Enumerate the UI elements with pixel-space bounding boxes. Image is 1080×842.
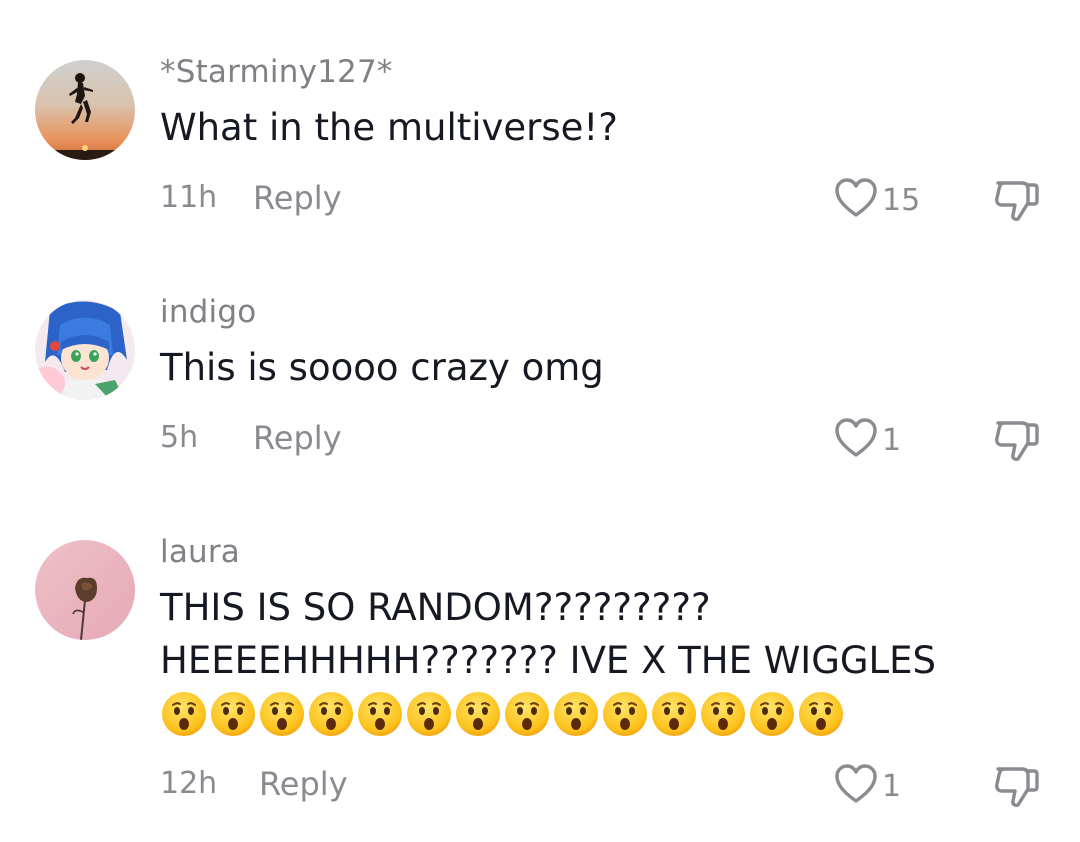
hushed-face-emoji [309,692,353,736]
comment-timestamp: 5h [160,420,199,455]
hushed-face-emoji [162,692,206,736]
comment-timestamp: 12h [160,766,218,801]
comment-text-line: HEEEEHHHHH??????? IVE X THE WIGGLES [160,639,937,682]
reply-button[interactable]: Reply [259,765,348,803]
thumbs-down-icon [992,421,1042,467]
hushed-face-emoji [554,692,598,736]
comment-text-line: THIS IS SO RANDOM????????? [160,586,711,629]
emoji-row [160,690,845,738]
hushed-face-emoji [750,692,794,736]
heart-icon [834,417,878,463]
dislike-button[interactable] [992,177,1042,227]
hushed-face-emoji [260,692,304,736]
comment-username[interactable]: *Starminy127* [160,54,393,90]
anime-girl-avatar[interactable] [35,300,135,400]
like-button[interactable]: 1 [834,763,901,809]
like-button[interactable]: 1 [834,417,901,463]
comment-timestamp: 11h [160,180,218,215]
heart-icon [834,177,878,223]
hushed-face-emoji [799,692,843,736]
like-button[interactable]: 15 [834,177,920,223]
sunset-silhouette-avatar[interactable] [35,60,135,160]
reply-button[interactable]: Reply [253,179,342,217]
comment-username[interactable]: indigo [160,294,256,330]
comment-text: This is soooo crazy omg [160,346,604,389]
hushed-face-emoji [603,692,647,736]
hushed-face-emoji [505,692,549,736]
hushed-face-emoji [407,692,451,736]
like-count: 15 [882,182,921,218]
like-count: 1 [882,422,902,458]
hushed-face-emoji [701,692,745,736]
rose-avatar[interactable] [35,540,135,640]
hushed-face-emoji [652,692,696,736]
like-count: 1 [882,768,902,804]
thumbs-down-icon [992,767,1042,813]
dislike-button[interactable] [992,763,1042,813]
reply-button[interactable]: Reply [253,419,342,457]
thumbs-down-icon [992,181,1042,227]
hushed-face-emoji [358,692,402,736]
dislike-button[interactable] [992,417,1042,467]
hushed-face-emoji [456,692,500,736]
comment-text: What in the multiverse!? [160,106,618,149]
heart-icon [834,763,878,809]
comment-username[interactable]: laura [160,534,240,570]
hushed-face-emoji [211,692,255,736]
